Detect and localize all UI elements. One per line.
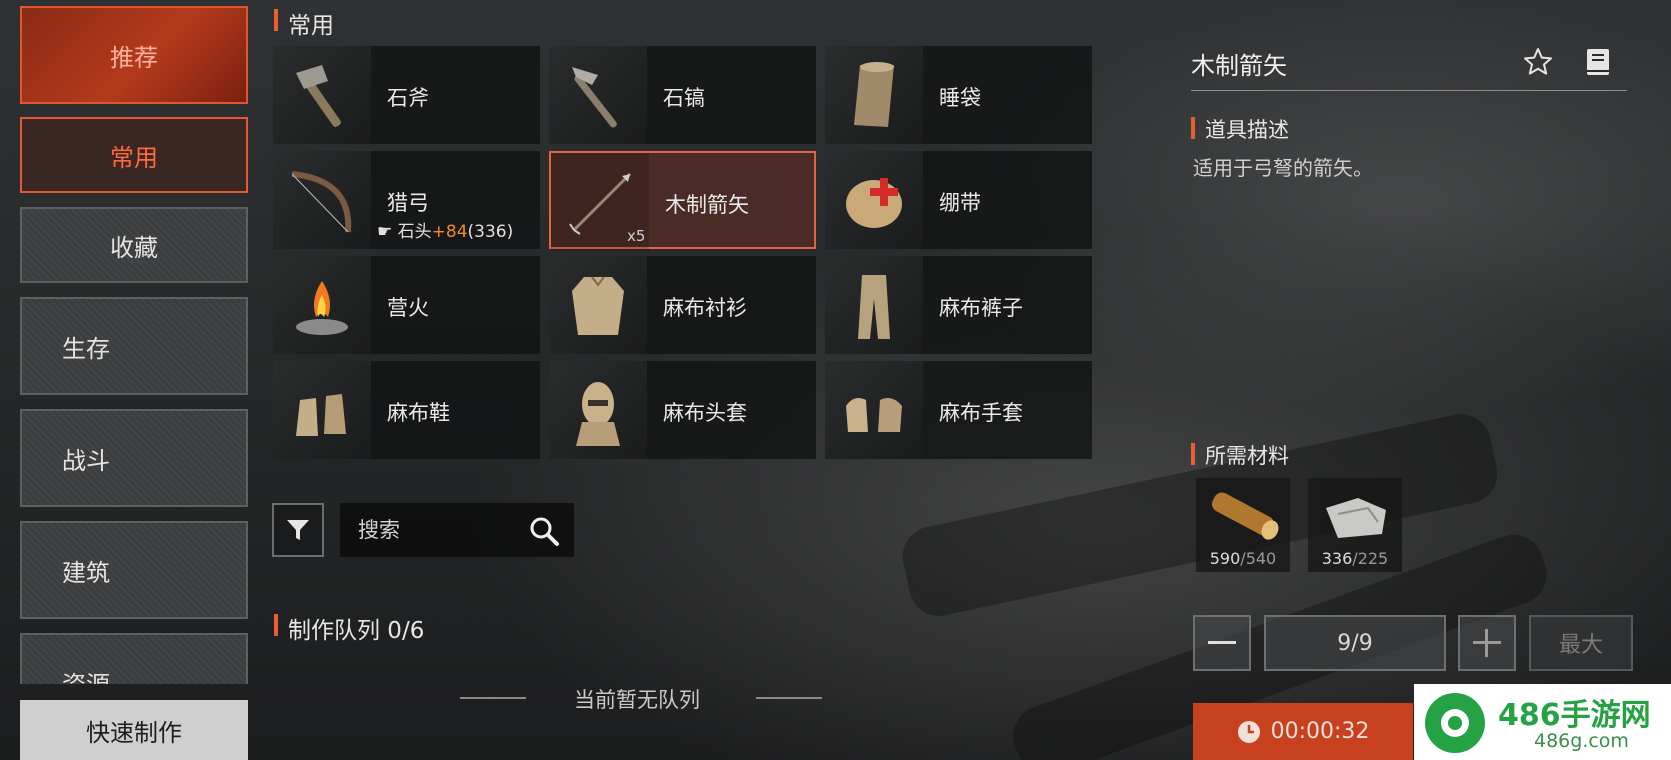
minus-icon	[1208, 641, 1236, 644]
item-name: 木制箭矢	[665, 193, 749, 217]
campfire-icon	[273, 256, 371, 354]
linen-gloves-icon	[825, 361, 923, 459]
max-button[interactable]: 最大	[1529, 615, 1633, 671]
item-hunting-bow[interactable]: 猎弓 ☛ 石头+84(336)	[273, 151, 540, 249]
sleeping-bag-icon	[825, 46, 923, 144]
material-need: /540	[1240, 549, 1277, 568]
category-nav: 推荐 常用 收藏 生存 战斗 建筑 资源	[0, 0, 260, 684]
desc-text: 适用于弓弩的箭矢。	[1193, 156, 1373, 180]
site-logo-icon	[1425, 693, 1485, 753]
item-linen-pants[interactable]: 麻布裤子	[825, 256, 1092, 354]
item-name: 麻布裤子	[939, 296, 1023, 320]
nav-combat[interactable]: 战斗	[20, 409, 248, 507]
desc-title: 道具描述	[1191, 114, 1289, 144]
item-name: 石镐	[663, 86, 705, 110]
material-have: 590	[1209, 549, 1241, 568]
nav-recommend[interactable]: 推荐	[20, 6, 248, 104]
item-sleeping-bag[interactable]: 睡袋	[825, 46, 1092, 144]
search-box	[340, 503, 574, 557]
bandage-icon	[825, 151, 923, 249]
item-linen-hood[interactable]: 麻布头套	[549, 361, 816, 459]
item-name: 猎弓	[387, 191, 429, 215]
material-count: 590/540	[1196, 549, 1290, 568]
material-wood[interactable]: 590/540	[1196, 478, 1290, 572]
star-icon	[1524, 48, 1552, 75]
watermark-title: 486手游网	[1498, 698, 1651, 733]
item-campfire[interactable]: 营火	[273, 256, 540, 354]
linen-hood-icon	[549, 361, 647, 459]
detail-title: 木制箭矢	[1191, 52, 1287, 80]
hunting-bow-icon	[273, 151, 371, 249]
linen-shirt-icon	[549, 256, 647, 354]
favorite-button[interactable]	[1520, 44, 1556, 80]
item-name: 石斧	[387, 86, 429, 110]
queue-empty-text: 当前暂无队列	[574, 688, 700, 712]
stone-small-icon: ☛	[377, 222, 393, 242]
increase-button[interactable]	[1458, 615, 1516, 671]
nav-resources[interactable]: 资源	[20, 633, 248, 684]
divider-left	[460, 697, 526, 699]
book-icon	[1587, 49, 1609, 75]
material-have: 336	[1321, 549, 1353, 568]
grid-title: 常用	[274, 6, 334, 40]
item-bandage[interactable]: 绷带	[825, 151, 1092, 249]
watermark: 486手游网 486g.com	[1414, 684, 1671, 760]
detail-divider	[1191, 90, 1627, 91]
nav-resources-label: 资源	[62, 665, 110, 684]
filter-icon	[287, 520, 309, 540]
item-name: 营火	[387, 296, 429, 320]
divider-right	[756, 697, 822, 699]
item-name: 麻布头套	[663, 401, 747, 425]
item-linen-gloves[interactable]: 麻布手套	[825, 361, 1092, 459]
item-name: 麻布鞋	[387, 401, 450, 425]
search-icon[interactable]	[528, 515, 560, 551]
craft-timer: 00:00:32	[1270, 719, 1370, 744]
item-stone-axe[interactable]: 石斧	[273, 46, 540, 144]
nav-common[interactable]: 常用	[20, 117, 248, 193]
item-name: 麻布手套	[939, 401, 1023, 425]
stone-axe-icon	[273, 46, 371, 144]
material-hint: ☛ 石头+84(336)	[377, 217, 513, 242]
nav-survival[interactable]: 生存	[20, 297, 248, 395]
decrease-button[interactable]	[1193, 615, 1251, 671]
item-wooden-arrow[interactable]: 木制箭矢 x5	[549, 151, 816, 251]
search-input[interactable]	[358, 513, 518, 547]
nav-favorites[interactable]: 收藏	[20, 207, 248, 283]
item-name: 绷带	[939, 191, 981, 215]
guide-button[interactable]	[1580, 44, 1616, 80]
linen-shoes-icon	[273, 361, 371, 459]
stone-pickaxe-icon	[549, 46, 647, 144]
item-stone-pickaxe[interactable]: 石镐	[549, 46, 816, 144]
materials-title: 所需材料	[1191, 440, 1289, 470]
material-owned: (336)	[467, 222, 514, 242]
craft-button[interactable]: 00:00:32	[1193, 703, 1413, 760]
material-count: 336/225	[1308, 549, 1402, 568]
quantity-display[interactable]: 9/9	[1264, 615, 1446, 671]
item-linen-shoes[interactable]: 麻布鞋	[273, 361, 540, 459]
linen-pants-icon	[825, 256, 923, 354]
wood-log-icon	[1211, 492, 1279, 540]
nav-building[interactable]: 建筑	[20, 521, 248, 619]
item-quantity: x5	[627, 227, 646, 245]
material-stone[interactable]: 336/225	[1308, 478, 1402, 572]
stone-icon	[1326, 498, 1386, 538]
clock-icon	[1237, 720, 1260, 743]
plus-icon	[1473, 629, 1501, 657]
item-linen-shirt[interactable]: 麻布衬衫	[549, 256, 816, 354]
material-bonus: +84	[431, 222, 468, 242]
item-name: 睡袋	[939, 86, 981, 110]
material-name: 石头	[397, 222, 432, 242]
quick-craft-button[interactable]: 快速制作	[20, 700, 248, 760]
item-name: 麻布衬衫	[663, 296, 747, 320]
watermark-url: 486g.com	[1534, 730, 1629, 752]
queue-title: 制作队列 0/6	[274, 611, 424, 645]
filter-button[interactable]	[272, 503, 324, 557]
material-need: /225	[1352, 549, 1389, 568]
